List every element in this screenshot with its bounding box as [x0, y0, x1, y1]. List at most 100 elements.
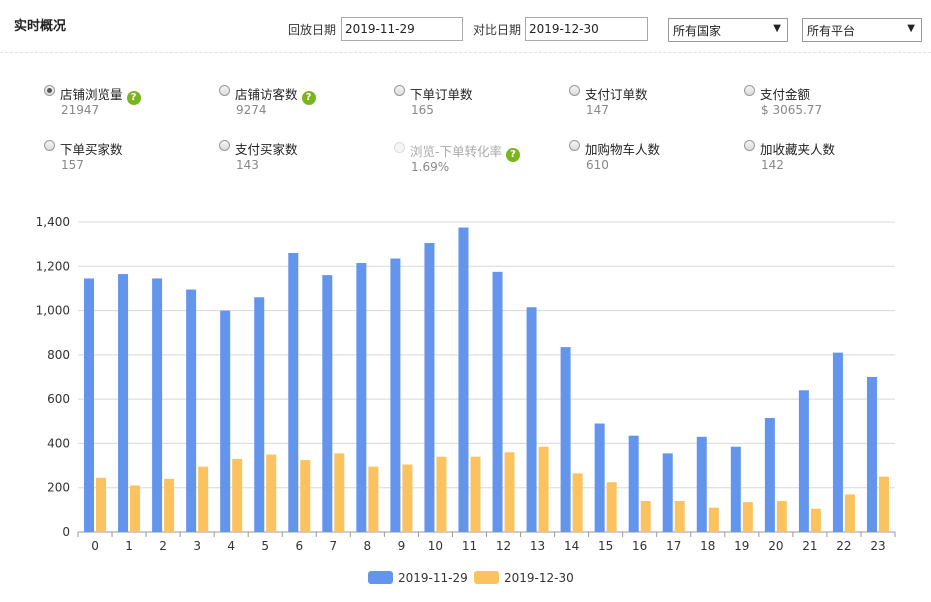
country-select[interactable]: 所有国家 ▼: [668, 18, 788, 42]
radio-button[interactable]: [394, 85, 405, 96]
help-icon[interactable]: ?: [126, 91, 141, 105]
bar-series1: [628, 435, 639, 532]
radio-button[interactable]: [569, 85, 580, 96]
y-tick-label: 1,200: [36, 259, 70, 273]
bar-series1: [594, 423, 605, 532]
radio-button[interactable]: [744, 140, 755, 151]
legend-item-series2[interactable]: 2019-12-30: [474, 571, 574, 585]
bar-series1: [730, 446, 741, 532]
x-tick-label: 3: [193, 539, 201, 553]
bar-series2: [164, 478, 175, 532]
divider: [0, 52, 931, 53]
metric-value: 9274: [236, 103, 267, 117]
legend-label: 2019-12-30: [504, 571, 574, 585]
x-tick-label: 17: [666, 539, 681, 553]
bar-series2: [878, 476, 889, 532]
bar-series2: [96, 477, 107, 532]
metric-label: 下单买家数: [60, 142, 123, 157]
metric-label: 店铺浏览量?: [60, 84, 141, 105]
x-tick-label: 18: [700, 539, 715, 553]
bar-series2: [742, 502, 753, 532]
bar-series2: [572, 473, 583, 532]
metric-label: 浏览-下单转化率?: [410, 141, 521, 162]
bar-series1: [152, 278, 163, 532]
replay-date-label: 回放日期: [288, 23, 337, 37]
metric-value: 143: [236, 158, 259, 172]
legend-swatch: [368, 571, 393, 584]
metric-value: 147: [586, 103, 609, 117]
y-tick-label: 600: [47, 392, 70, 406]
bar-series2: [538, 446, 549, 532]
x-tick-label: 6: [295, 539, 303, 553]
bar-series2: [776, 501, 787, 532]
y-tick-label: 1,400: [36, 215, 70, 229]
x-tick-label: 11: [462, 539, 477, 553]
country-select-value: 所有国家: [673, 24, 722, 38]
x-tick-label: 12: [496, 539, 511, 553]
bar-series1: [866, 377, 877, 532]
x-tick-label: 21: [802, 539, 817, 553]
x-tick-label: 4: [227, 539, 235, 553]
y-tick-label: 0: [62, 525, 70, 539]
metric-label: 加购物车人数: [585, 142, 661, 157]
bar-series1: [662, 453, 673, 532]
page-title: 实时概况: [14, 19, 67, 34]
y-tick-label: 800: [47, 348, 70, 362]
metric-label: 加收藏夹人数: [760, 142, 836, 157]
bar-series2: [198, 466, 209, 532]
bar-series1: [764, 417, 775, 532]
x-tick-label: 20: [768, 539, 783, 553]
chevron-down-icon: ▼: [773, 23, 781, 34]
y-tick-label: 400: [47, 436, 70, 450]
compare-date-input[interactable]: [525, 17, 648, 41]
bar-series2: [300, 460, 311, 532]
metric-label: 店铺访客数?: [235, 84, 316, 105]
legend-item-series1[interactable]: 2019-11-29: [368, 571, 468, 585]
bar-series2: [606, 482, 617, 532]
bar-series1: [458, 227, 469, 533]
bar-series2: [266, 454, 277, 532]
replay-date-input[interactable]: [341, 17, 463, 41]
chevron-down-icon: ▼: [907, 23, 915, 34]
metric-value: 21947: [61, 103, 100, 117]
help-icon[interactable]: ?: [506, 148, 521, 162]
bar-series1: [560, 347, 571, 532]
bar-series1: [322, 275, 333, 532]
platform-select[interactable]: 所有平台 ▼: [802, 18, 922, 42]
bar-series2: [470, 456, 481, 532]
platform-select-value: 所有平台: [807, 24, 856, 38]
radio-button[interactable]: [744, 85, 755, 96]
hourly-bar-chart: 02004006008001,0001,2001,4000 1 2 3 4 5 6 7 8 9 10…: [36, 215, 896, 553]
metric-label: 支付买家数: [235, 142, 298, 157]
metric-value: 165: [411, 103, 434, 117]
metric-value: 610: [586, 158, 609, 172]
radio-button[interactable]: [44, 85, 55, 96]
bar-series1: [424, 243, 435, 532]
bar-series2: [844, 494, 855, 532]
bar-series1: [118, 274, 129, 532]
legend-swatch: [474, 571, 499, 584]
metric-label: 下单订单数: [410, 87, 473, 102]
radio-button[interactable]: [219, 85, 230, 96]
radio-button[interactable]: [44, 140, 55, 151]
metric-label: 支付金额: [760, 87, 811, 102]
bar-series2: [232, 458, 243, 532]
radio-button[interactable]: [569, 140, 580, 151]
x-tick-label: 19: [734, 539, 749, 553]
bar-series1: [254, 297, 265, 532]
radio-button[interactable]: [219, 140, 230, 151]
y-tick-label: 200: [47, 481, 70, 495]
x-tick-label: 13: [530, 539, 545, 553]
bar-series1: [526, 307, 537, 532]
bar-series1: [288, 253, 299, 532]
bar-series1: [220, 310, 231, 532]
x-tick-label: 8: [364, 539, 372, 553]
metric-value: $ 3065.77: [761, 103, 823, 117]
bar-series1: [186, 289, 197, 532]
bar-series2: [334, 453, 345, 532]
bar-series2: [436, 456, 447, 532]
bar-series1: [492, 271, 503, 532]
bar-series1: [390, 258, 401, 532]
help-icon[interactable]: ?: [301, 91, 316, 105]
x-tick-label: 5: [261, 539, 269, 553]
